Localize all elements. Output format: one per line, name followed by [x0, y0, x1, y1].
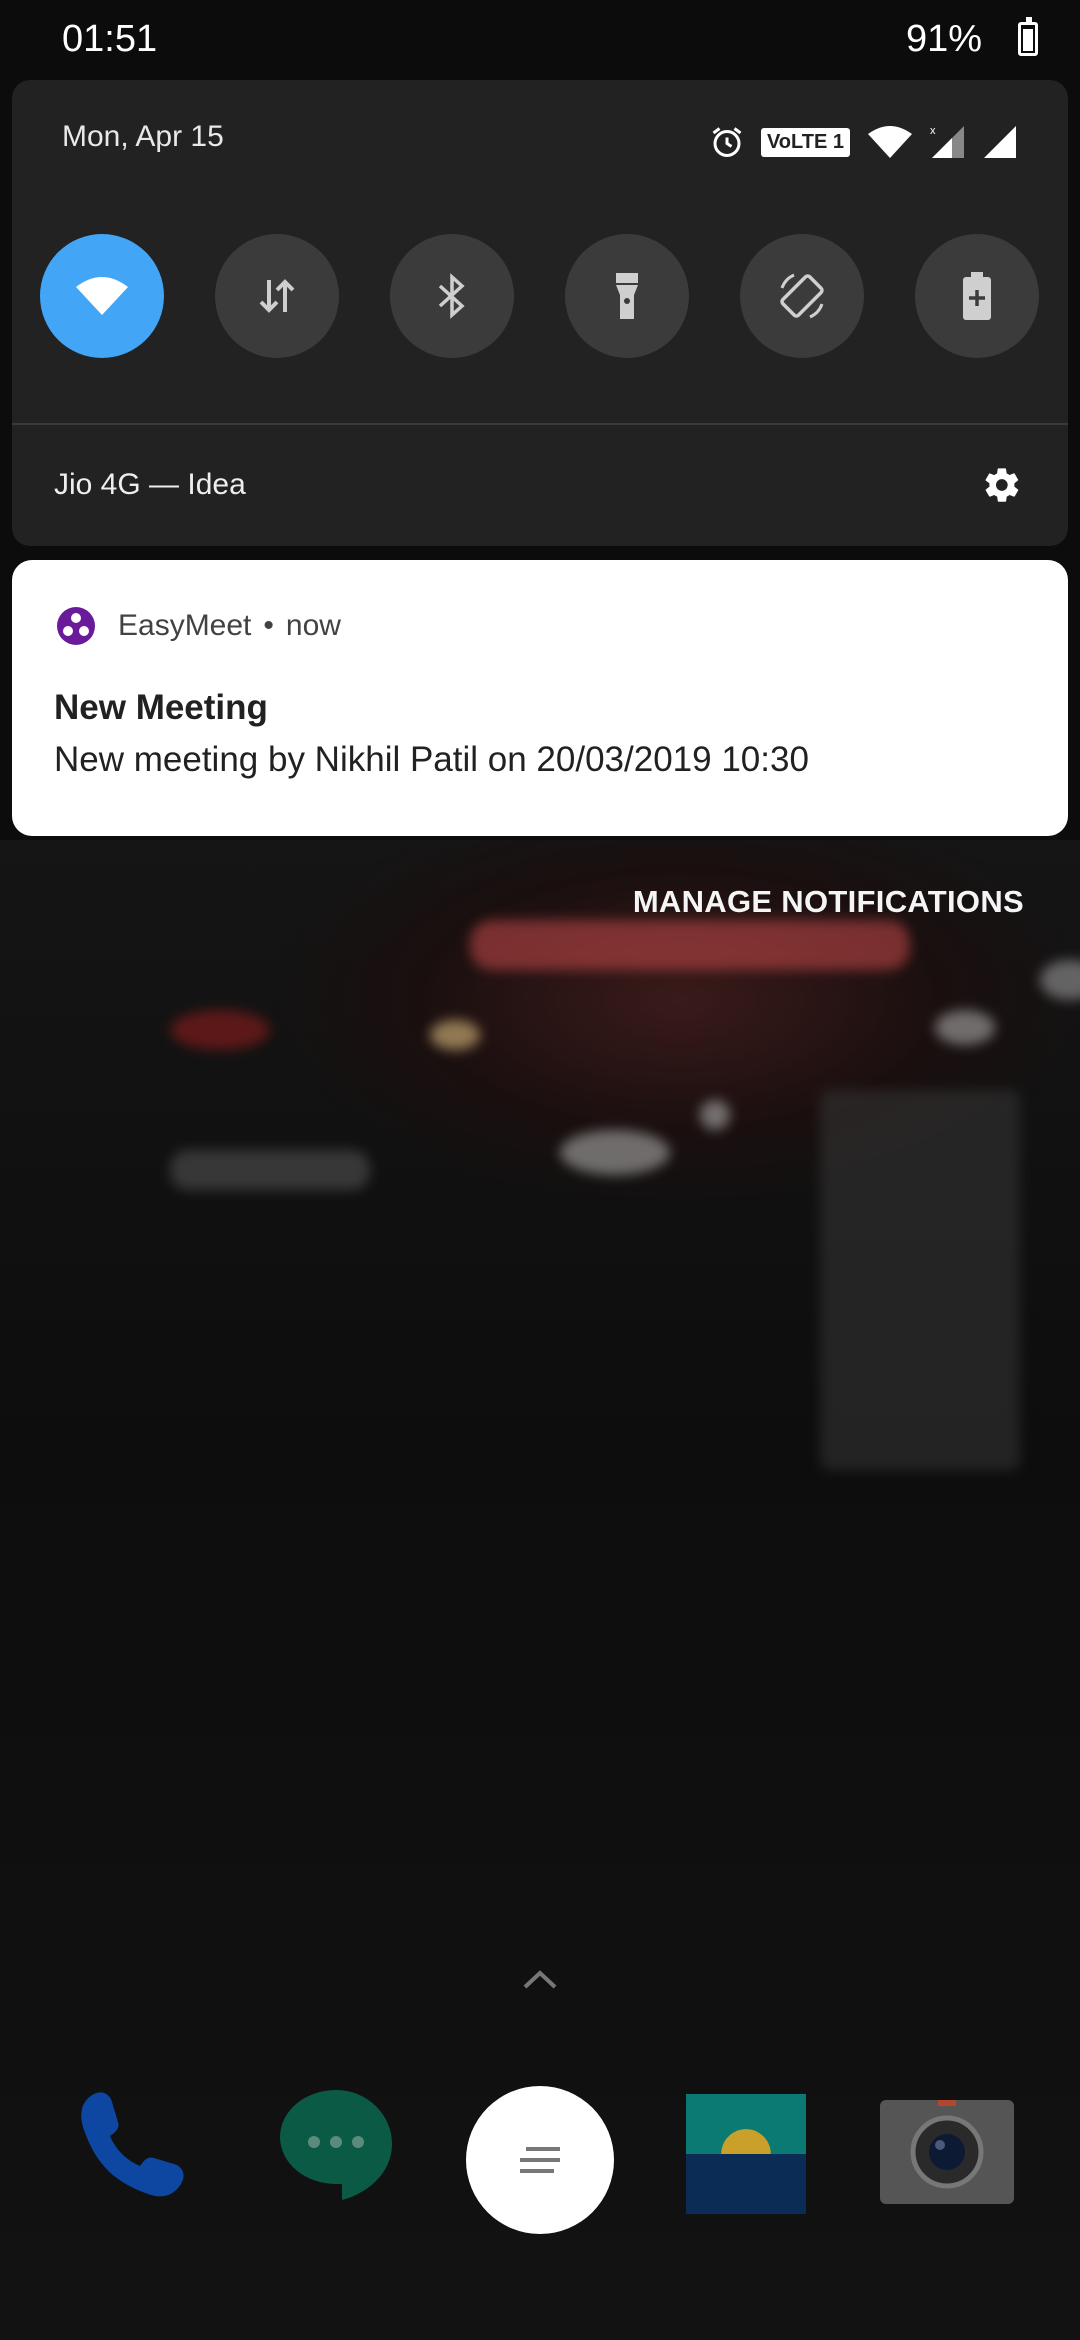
volte-badge: VoLTE 1	[760, 127, 850, 157]
tile-wifi[interactable]	[40, 234, 164, 358]
tile-mobile-data[interactable]	[215, 234, 339, 358]
auto-rotate-icon	[780, 273, 824, 319]
app-drawer-icon	[520, 2147, 560, 2173]
battery-icon	[1018, 17, 1038, 56]
wallpaper-app-icon[interactable]	[686, 2094, 806, 2214]
phone-app-icon[interactable]	[72, 2086, 192, 2206]
camera-app-icon[interactable]	[880, 2100, 1014, 2204]
tile-auto-rotate[interactable]	[740, 234, 864, 358]
notification-card[interactable]: EasyMeet • now New Meeting New meeting b…	[12, 560, 1068, 836]
tile-battery-saver[interactable]	[915, 234, 1039, 358]
notification-title: New Meeting	[54, 688, 268, 727]
home-dock	[0, 2086, 1080, 2246]
mobile-data-icon	[259, 279, 295, 313]
notification-separator: •	[263, 609, 274, 642]
quick-settings-tiles	[40, 234, 1039, 358]
qs-divider	[12, 423, 1068, 425]
notification-time: now	[285, 609, 341, 642]
qs-status-icons: VoLTE 1 x	[709, 124, 1018, 160]
battery-percent: 91%	[905, 18, 982, 60]
hangouts-app-icon[interactable]	[276, 2086, 396, 2206]
settings-gear-icon[interactable]	[982, 465, 1022, 505]
flashlight-icon	[616, 273, 638, 319]
alarm-icon	[712, 127, 742, 157]
quick-settings-panel: Mon, Apr 15 VoLTE 1 x Jio 4G — Idea	[12, 80, 1068, 546]
chevron-up-icon[interactable]	[522, 1968, 558, 1990]
notification-text: New meeting by Nikhil Patil on 20/03/201…	[54, 740, 809, 779]
wifi-signal-icon	[868, 126, 912, 158]
battery-saver-icon	[963, 272, 991, 320]
cell-signal-sim1-icon: x	[930, 125, 964, 158]
carrier-label: Jio 4G — Idea	[54, 468, 246, 501]
notification-header: EasyMeet • now	[56, 606, 341, 646]
app-drawer-button[interactable]	[466, 2086, 614, 2234]
notification-app-name: EasyMeet	[118, 609, 252, 642]
bluetooth-icon	[438, 273, 465, 319]
wifi-icon	[76, 277, 128, 315]
cell-signal-sim2-icon	[984, 126, 1016, 158]
tile-bluetooth[interactable]	[390, 234, 514, 358]
status-bar: 01:51 91%	[0, 0, 1080, 80]
easymeet-app-icon	[57, 607, 95, 645]
qs-date[interactable]: Mon, Apr 15	[62, 120, 224, 154]
svg-text:x: x	[930, 125, 936, 137]
status-time: 01:51	[62, 18, 158, 60]
tile-flashlight[interactable]	[565, 234, 689, 358]
manage-notifications-button[interactable]: MANAGE NOTIFICATIONS	[633, 884, 1024, 920]
